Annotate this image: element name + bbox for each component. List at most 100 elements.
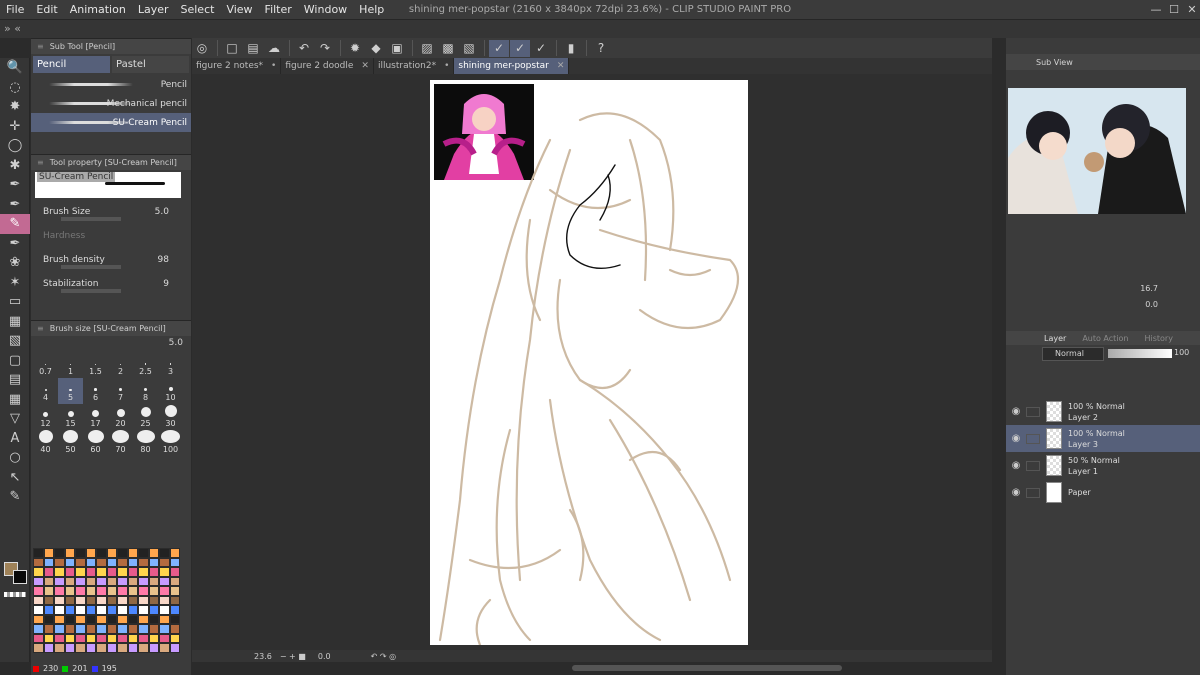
palette-swatch[interactable] bbox=[33, 576, 44, 586]
palette-swatch[interactable] bbox=[148, 557, 159, 567]
palette-swatch[interactable] bbox=[138, 614, 149, 624]
text-tool-icon[interactable]: A bbox=[0, 429, 30, 449]
palette-swatch[interactable] bbox=[117, 643, 128, 653]
palette-swatch[interactable] bbox=[127, 624, 138, 634]
palette-swatch[interactable] bbox=[138, 576, 149, 586]
palette-swatch[interactable] bbox=[43, 567, 54, 577]
palette-swatch[interactable] bbox=[117, 605, 128, 615]
auto-select-tool-icon[interactable]: ✸ bbox=[0, 97, 30, 117]
gradient-tool-icon[interactable]: ▤ bbox=[0, 370, 30, 390]
palette-swatch[interactable] bbox=[138, 567, 149, 577]
blend-tool-icon[interactable]: ▦ bbox=[0, 312, 30, 332]
palette-swatch[interactable] bbox=[64, 633, 75, 643]
menu-edit[interactable]: Edit bbox=[30, 0, 63, 20]
palette-swatch[interactable] bbox=[96, 633, 107, 643]
tab-figure-2-notes[interactable]: figure 2 notes* • bbox=[192, 58, 282, 74]
opacity-value[interactable]: 100 bbox=[1174, 348, 1189, 357]
palette-swatch[interactable] bbox=[75, 576, 86, 586]
palette-swatch[interactable] bbox=[148, 624, 159, 634]
pencil-tool-icon[interactable]: ✎ bbox=[0, 214, 30, 234]
palette-swatch[interactable] bbox=[54, 548, 65, 558]
lock-checkbox[interactable] bbox=[1026, 406, 1040, 417]
tab-pencil[interactable]: Pencil bbox=[33, 56, 110, 73]
rotation-value[interactable]: 0.0 bbox=[318, 652, 331, 661]
palette-swatch[interactable] bbox=[148, 586, 159, 596]
eyedropper-tool-icon[interactable]: ✒ bbox=[0, 175, 30, 195]
palette-swatch[interactable] bbox=[43, 624, 54, 634]
palette-swatch[interactable] bbox=[75, 548, 86, 558]
palette-swatch[interactable] bbox=[33, 605, 44, 615]
palette-swatch[interactable] bbox=[33, 624, 44, 634]
palette-swatch[interactable] bbox=[127, 567, 138, 577]
clear-icon[interactable]: ✹ bbox=[345, 40, 365, 57]
palette-swatch[interactable] bbox=[117, 557, 128, 567]
palette-swatch[interactable] bbox=[54, 576, 65, 586]
tab-auto-action[interactable]: Auto Action bbox=[1082, 334, 1128, 343]
snap-grid-icon[interactable]: ✓ bbox=[531, 40, 551, 57]
clip-studio-icon[interactable]: ◎ bbox=[192, 40, 212, 57]
object-tool-icon[interactable]: ↖ bbox=[0, 468, 30, 488]
palette-swatch[interactable] bbox=[159, 614, 170, 624]
brush-size-option[interactable]: 15 bbox=[58, 404, 83, 430]
palette-swatch[interactable] bbox=[96, 576, 107, 586]
palette-swatch[interactable] bbox=[96, 557, 107, 567]
palette-swatch[interactable] bbox=[43, 586, 54, 596]
brush-size-option[interactable]: 100 bbox=[158, 430, 183, 456]
palette-swatch[interactable] bbox=[85, 605, 96, 615]
redo-icon[interactable]: ↷ bbox=[315, 40, 335, 57]
palette-swatch[interactable] bbox=[43, 595, 54, 605]
close-tab-icon[interactable]: ✕ bbox=[361, 61, 369, 71]
tab-pastel[interactable]: Pastel bbox=[112, 56, 189, 73]
scrollbar-thumb[interactable] bbox=[572, 665, 842, 671]
layer-row-paper[interactable]: ◉ Paper bbox=[1006, 479, 1200, 506]
brush-size-option[interactable]: 0.7 bbox=[33, 352, 58, 378]
brush-size-option[interactable]: 5 bbox=[58, 378, 83, 404]
figure-tool-icon[interactable]: ▢ bbox=[0, 351, 30, 371]
stabilization-property[interactable]: Stabilization 9 bbox=[31, 272, 191, 296]
palette-swatch[interactable] bbox=[33, 557, 44, 567]
palette-swatch[interactable] bbox=[96, 595, 107, 605]
palette-swatch[interactable] bbox=[169, 595, 180, 605]
open-icon[interactable]: ▤ bbox=[243, 40, 263, 57]
palette-swatch[interactable] bbox=[106, 614, 117, 624]
palette-swatch[interactable] bbox=[33, 567, 44, 577]
palette-swatch[interactable] bbox=[85, 567, 96, 577]
palette-swatch[interactable] bbox=[43, 605, 54, 615]
palette-swatch[interactable] bbox=[148, 576, 159, 586]
ruler-tool-icon[interactable]: ▽ bbox=[0, 409, 30, 429]
subview-zoom[interactable]: 16.7 bbox=[1140, 284, 1158, 293]
palette-swatch[interactable] bbox=[75, 567, 86, 577]
palette-swatch[interactable] bbox=[159, 548, 170, 558]
fill-tool-icon[interactable]: ▧ bbox=[0, 331, 30, 351]
eye-icon[interactable]: ◉ bbox=[1006, 433, 1026, 444]
palette-swatch[interactable] bbox=[159, 576, 170, 586]
palette-swatch[interactable] bbox=[33, 643, 44, 653]
palette-swatch[interactable] bbox=[96, 586, 107, 596]
palette-swatch[interactable] bbox=[43, 557, 54, 567]
selection-tool-icon[interactable]: ◌ bbox=[0, 78, 30, 98]
palette-swatch[interactable] bbox=[138, 557, 149, 567]
palette-swatch[interactable] bbox=[85, 595, 96, 605]
palette-swatch[interactable] bbox=[127, 586, 138, 596]
palette-swatch[interactable] bbox=[64, 567, 75, 577]
airbrush-tool-icon[interactable]: ❀ bbox=[0, 253, 30, 273]
palette-swatch[interactable] bbox=[148, 633, 159, 643]
property-slider[interactable] bbox=[61, 265, 121, 269]
move-tool-icon[interactable]: ✛ bbox=[0, 117, 30, 137]
frame-tool-icon[interactable]: ▦ bbox=[0, 390, 30, 410]
palette-swatch[interactable] bbox=[64, 595, 75, 605]
property-value[interactable]: 9 bbox=[163, 279, 169, 289]
palette-swatch[interactable] bbox=[159, 595, 170, 605]
close-tab-icon[interactable]: • bbox=[444, 61, 449, 71]
layer-row-layer-1[interactable]: ◉ 50 % Normal Layer 1 bbox=[1006, 452, 1200, 479]
correct-line-tool-icon[interactable]: ✎ bbox=[0, 487, 30, 507]
palette-swatch[interactable] bbox=[75, 605, 86, 615]
palette-swatch[interactable] bbox=[64, 643, 75, 653]
brush-size-option[interactable]: 70 bbox=[108, 430, 133, 456]
palette-swatch[interactable] bbox=[138, 548, 149, 558]
palette-swatch[interactable] bbox=[106, 548, 117, 558]
brush-size-option[interactable]: 25 bbox=[133, 404, 158, 430]
palette-swatch[interactable] bbox=[169, 614, 180, 624]
zoom-value[interactable]: 23.6 bbox=[254, 652, 272, 661]
palette-swatch[interactable] bbox=[117, 548, 128, 558]
